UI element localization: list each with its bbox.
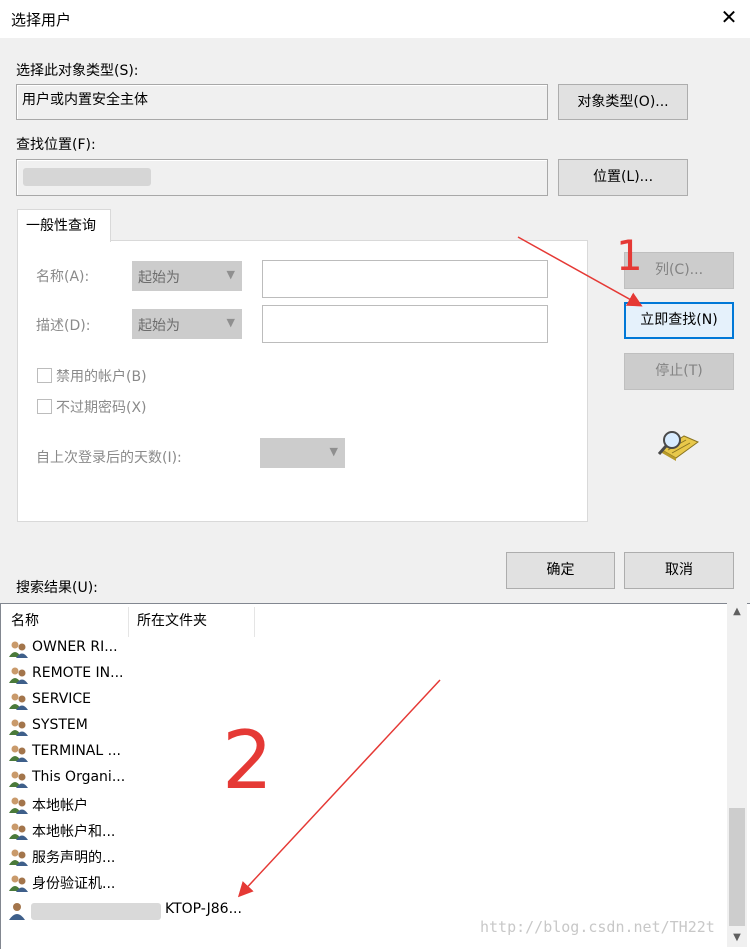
object-type-label: 选择此对象类型(S): <box>16 63 139 79</box>
list-item[interactable]: 本地帐户 <box>9 794 129 816</box>
list-item[interactable]: SERVICE <box>9 690 129 712</box>
description-mode-value: 起始为 <box>138 318 180 334</box>
list-item[interactable]: SYSTEM <box>9 716 129 738</box>
chevron-down-icon: ▼ <box>226 316 235 329</box>
scroll-thumb[interactable] <box>729 808 745 926</box>
user-group-icon <box>9 849 28 866</box>
user-group-icon <box>9 667 28 684</box>
title-bar: 选择用户 ✕ <box>0 0 750 38</box>
description-input[interactable] <box>262 305 548 343</box>
list-item[interactable]: 服务声明的... <box>9 846 129 868</box>
user-icon <box>9 903 25 920</box>
chevron-down-icon: ▼ <box>329 445 338 458</box>
columns-button: 列(C)... <box>624 252 734 289</box>
tab-common-queries[interactable]: 一般性查询 <box>17 209 111 242</box>
scroll-up-icon[interactable]: ▲ <box>727 603 747 621</box>
name-mode-value: 起始为 <box>138 270 180 286</box>
cancel-button[interactable]: 取消 <box>624 552 734 589</box>
search-results-label: 搜索结果(U): <box>16 580 98 596</box>
days-since-logon-select: ▼ <box>260 438 345 468</box>
list-item[interactable]: REMOTE IN... <box>9 664 129 686</box>
column-header-folder[interactable]: 所在文件夹 <box>137 610 207 630</box>
disabled-accounts-checkbox[interactable] <box>37 368 52 383</box>
scroll-down-icon[interactable]: ▼ <box>727 929 747 947</box>
object-type-value: 用户或内置安全主体 <box>22 92 148 108</box>
window-title: 选择用户 <box>11 11 72 29</box>
user-group-icon <box>9 771 28 788</box>
list-item[interactable]: This Organi... <box>9 768 129 790</box>
user-group-icon <box>9 797 28 814</box>
location-field <box>16 159 548 196</box>
user-name-suffix: KTOP-J86... <box>165 901 242 917</box>
column-divider <box>254 607 255 637</box>
description-mode-select: 起始为 ▼ <box>132 309 242 339</box>
disabled-accounts-label: 禁用的帐户(B) <box>56 369 147 385</box>
user-group-icon <box>9 719 28 736</box>
stop-button: 停止(T) <box>624 353 734 390</box>
find-now-button[interactable]: 立即查找(N) <box>624 302 734 339</box>
chevron-down-icon: ▼ <box>226 268 235 281</box>
non-expiring-password-label: 不过期密码(X) <box>56 400 147 416</box>
ok-button[interactable]: 确定 <box>506 552 615 589</box>
results-scrollbar[interactable]: ▲ ▼ <box>727 603 747 947</box>
search-results-list[interactable]: 名称 所在文件夹 OWNER RI... REMOTE IN... SERVIC… <box>0 603 750 949</box>
redacted-user-name <box>31 903 161 920</box>
name-input[interactable] <box>262 260 548 298</box>
object-type-field: 用户或内置安全主体 <box>16 84 548 120</box>
list-item[interactable]: TERMINAL ... <box>9 742 129 764</box>
list-item-selected-user[interactable]: KTOP-J86... <box>9 900 269 922</box>
user-group-icon <box>9 823 28 840</box>
locations-button[interactable]: 位置(L)... <box>558 159 688 196</box>
user-group-icon <box>9 875 28 892</box>
redacted-location-value <box>23 168 151 186</box>
column-header-name[interactable]: 名称 <box>11 610 39 630</box>
list-item[interactable]: OWNER RI... <box>9 638 129 660</box>
location-label: 查找位置(F): <box>16 137 96 153</box>
list-item[interactable]: 本地帐户和... <box>9 820 129 842</box>
name-mode-select: 起始为 ▼ <box>132 261 242 291</box>
days-since-logon-label: 自上次登录后的天数(I): <box>36 450 182 466</box>
watermark: http://blog.csdn.net/TH22t <box>480 918 715 936</box>
user-group-icon <box>9 641 28 658</box>
description-label: 描述(D): <box>36 318 91 334</box>
column-divider <box>128 607 129 637</box>
non-expiring-password-checkbox[interactable] <box>37 399 52 414</box>
user-group-icon <box>9 745 28 762</box>
object-types-button[interactable]: 对象类型(O)... <box>558 84 688 120</box>
close-icon[interactable]: ✕ <box>716 4 742 30</box>
user-group-icon <box>9 693 28 710</box>
list-item[interactable]: 身份验证机... <box>9 872 129 894</box>
search-directory-icon <box>657 431 700 461</box>
name-label: 名称(A): <box>36 269 90 285</box>
